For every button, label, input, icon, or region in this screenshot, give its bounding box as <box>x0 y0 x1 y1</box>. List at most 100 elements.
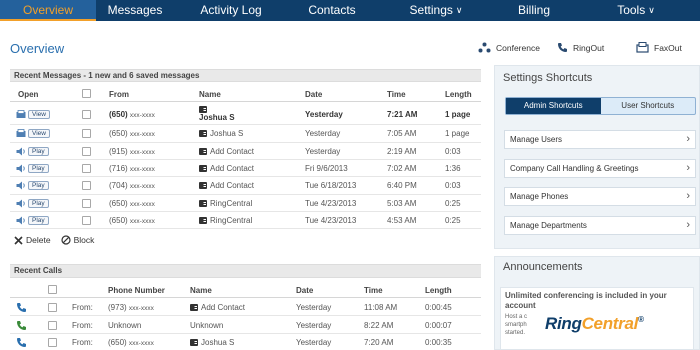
message-row[interactable]: Play (650) xxx-xxxx RingCentral Tue 4/23/20… <box>10 212 481 229</box>
message-length: 0:25 <box>445 199 461 208</box>
message-row[interactable]: Play (650) xxx-xxxx RingCentral Tue 4/23/20… <box>10 195 481 212</box>
call-direction-icon <box>17 321 26 330</box>
message-length: 0:25 <box>445 216 461 225</box>
call-direction: From: <box>72 321 93 330</box>
play-button[interactable]: Play <box>16 216 49 225</box>
from-number-rest: xxx-xxxx <box>129 149 155 156</box>
delete-button[interactable]: Delete <box>14 235 51 245</box>
nav-messages[interactable]: Messages <box>96 0 174 21</box>
conference-icon <box>478 42 491 53</box>
from-area-code: (915) <box>109 147 128 156</box>
message-checkbox[interactable] <box>82 147 91 156</box>
call-checkbox[interactable] <box>48 321 57 330</box>
ringout-action[interactable]: RingOut <box>557 42 604 53</box>
ringout-label: RingOut <box>573 42 605 53</box>
from-area-code: (650) <box>109 110 128 119</box>
call-name-link[interactable]: Joshua S <box>201 338 234 347</box>
nav-activity-log-label: Activity Log <box>200 3 262 17</box>
open-action-label: Play <box>28 164 49 173</box>
message-from: (704) xxx-xxxx <box>109 181 155 190</box>
message-name-link[interactable]: Add Contact <box>210 164 254 173</box>
message-checkbox[interactable] <box>82 110 91 119</box>
call-row[interactable]: From: Unknown Unknown Yesterday 8:22 AM 0:00… <box>10 317 481 334</box>
call-row[interactable]: From: (973) xxx-xxxx Add Contact Yesterday 1… <box>10 299 481 316</box>
message-name-link[interactable]: RingCentral <box>210 199 252 208</box>
message-checkbox[interactable] <box>82 216 91 225</box>
select-all-checkbox[interactable] <box>82 89 91 98</box>
shortcut-company-call-handling[interactable]: Company Call Handling & Greetings › <box>504 159 696 178</box>
block-button[interactable]: Block <box>60 235 94 245</box>
fax-message-icon <box>16 110 26 118</box>
message-row[interactable]: Play (716) xxx-xxxx Add Contact Fri 9/6/201… <box>10 160 481 177</box>
call-checkbox[interactable] <box>48 303 57 312</box>
play-button[interactable]: Play <box>16 199 49 208</box>
call-direction: From: <box>72 338 93 347</box>
call-name-link[interactable]: Add Contact <box>201 303 245 312</box>
view-button[interactable]: View <box>16 110 50 119</box>
message-name-link[interactable]: Add Contact <box>210 147 254 156</box>
from-area-code: (650) <box>109 216 128 225</box>
col-phone-number: Phone Number <box>108 286 165 295</box>
tab-user-shortcuts[interactable]: User Shortcuts <box>601 98 696 114</box>
shortcut-label: Manage Users <box>510 135 563 144</box>
nav-settings[interactable]: Settings ∨ <box>376 0 496 21</box>
col-date: Date <box>305 90 323 99</box>
message-row[interactable]: Play (704) xxx-xxxx Add Contact Tue 6/18/20… <box>10 177 481 195</box>
contact-card-icon <box>199 182 207 190</box>
shortcut-manage-users[interactable]: Manage Users › <box>504 130 696 149</box>
nav-billing[interactable]: Billing <box>496 0 572 21</box>
announcement-line: smartph <box>505 322 527 328</box>
nav-activity-log[interactable]: Activity Log <box>174 0 288 21</box>
message-from: (650) xxx-xxxx <box>109 129 155 138</box>
shortcut-manage-phones[interactable]: Manage Phones › <box>504 187 696 206</box>
phone-number-rest: xxx-xxxx <box>128 305 154 312</box>
message-length: 1 page <box>445 110 471 119</box>
message-name-link[interactable]: Joshua S <box>210 129 243 138</box>
call-time: 8:22 AM <box>364 321 394 330</box>
conference-action[interactable]: Conference <box>478 42 540 53</box>
message-row[interactable]: View (650) xxx-xxxx Joshua S Yesterday 7:05 … <box>10 125 481 143</box>
calls-select-all-checkbox[interactable] <box>48 285 57 294</box>
message-checkbox[interactable] <box>82 129 91 138</box>
voicemail-icon <box>16 147 25 156</box>
play-button[interactable]: Play <box>16 164 49 173</box>
settings-shortcuts-title: Settings Shortcuts <box>503 72 593 84</box>
play-button[interactable]: Play <box>16 181 49 190</box>
faxout-label: FaxOut <box>654 42 682 53</box>
announcement-headline: Unlimited conferencing is included in yo… <box>505 291 667 310</box>
from-number-rest: xxx-xxxx <box>129 166 155 173</box>
shortcut-label: Company Call Handling & Greetings <box>510 164 639 173</box>
message-row[interactable]: View (650) xxx-xxxx Joshua S Yesterday 7:21 … <box>10 104 481 125</box>
nav-overview[interactable]: Overview <box>0 0 96 21</box>
message-name-link[interactable]: Add Contact <box>210 181 254 190</box>
call-checkbox[interactable] <box>48 338 57 347</box>
message-checkbox[interactable] <box>82 181 91 190</box>
block-icon <box>60 235 71 245</box>
logo-text: Ring <box>545 314 582 333</box>
call-name-link[interactable]: Unknown <box>190 321 223 330</box>
shortcut-manage-departments[interactable]: Manage Departments › <box>504 216 696 235</box>
call-direction: From: <box>72 303 93 312</box>
nav-contacts[interactable]: Contacts <box>288 0 376 21</box>
phone-area-code: Unknown <box>108 321 142 330</box>
message-row[interactable]: Play (915) xxx-xxxx Add Contact Yesterday 2:… <box>10 143 481 160</box>
message-checkbox[interactable] <box>82 199 91 208</box>
call-date: Yesterday <box>296 303 332 312</box>
shortcut-tabs: Admin Shortcuts User Shortcuts <box>505 97 696 115</box>
tab-admin-shortcuts[interactable]: Admin Shortcuts <box>506 98 601 114</box>
announcement-line: started. <box>505 330 526 336</box>
call-phone: (973) xxx-xxxx <box>108 303 154 312</box>
message-name-link[interactable]: Joshua S <box>199 113 235 122</box>
call-row[interactable]: From: (650) xxx-xxxx Joshua S Yesterday 7:20… <box>10 334 481 350</box>
message-name-link[interactable]: RingCentral <box>210 216 252 225</box>
col-call-length: Length <box>425 286 452 295</box>
message-date: Fri 9/6/2013 <box>305 164 348 173</box>
nav-tools[interactable]: Tools ∨ <box>572 0 700 21</box>
messages-header-label: Recent Messages - 1 new and 6 saved mess… <box>14 71 200 80</box>
play-button[interactable]: Play <box>16 147 49 156</box>
message-checkbox[interactable] <box>82 164 91 173</box>
view-button[interactable]: View <box>16 129 50 138</box>
col-time: Time <box>387 90 406 99</box>
contact-card-icon <box>199 148 207 156</box>
faxout-action[interactable]: FaxOut <box>636 42 682 53</box>
